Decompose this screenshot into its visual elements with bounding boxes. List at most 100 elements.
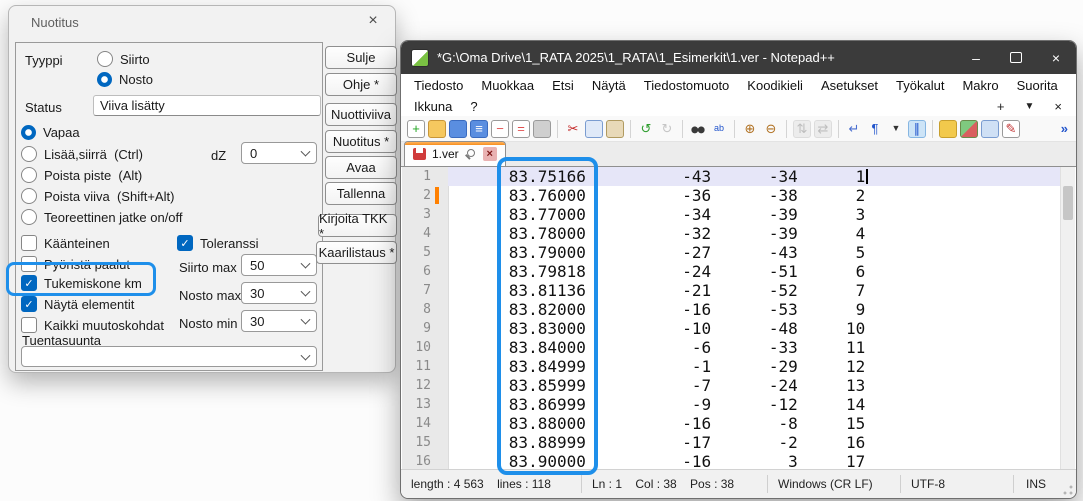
kirjoita-tkk-button[interactable]: Kirjoita TKK * xyxy=(318,214,397,237)
sync-horizontal-icon[interactable]: ⇄ xyxy=(814,120,832,138)
word-wrap-icon[interactable]: ↵ xyxy=(845,120,863,138)
indent-guide-icon[interactable]: ∥ xyxy=(908,120,926,138)
status-cursor-position: Ln : 1 Col : 38 Pos : 38 xyxy=(582,475,768,493)
checkbox-tukemiskone-km[interactable]: Tukemiskone km xyxy=(21,275,142,291)
new-file-icon[interactable]: + xyxy=(407,120,425,138)
paste-icon[interactable] xyxy=(606,120,624,138)
tallenna-button[interactable]: Tallenna xyxy=(325,182,397,205)
menu-item-ikkuna[interactable]: Ikkuna xyxy=(405,97,461,116)
dz-combobox[interactable]: 0 xyxy=(241,142,317,164)
radio-vapaa[interactable]: Vapaa xyxy=(21,125,80,140)
plugin-doc-switcher-icon[interactable] xyxy=(981,120,999,138)
sulje-button[interactable]: Sulje xyxy=(325,46,397,69)
plugin-edit-icon[interactable]: ✎ xyxy=(1002,120,1020,138)
radio-lisaa-siirra[interactable]: Lisää,siirrä (Ctrl) xyxy=(21,146,143,162)
save-all-icon[interactable]: ≡ xyxy=(470,120,488,138)
menu-item-nyt[interactable]: Näytä xyxy=(583,76,635,95)
nuotitus-button[interactable]: Nuotitus * xyxy=(325,130,397,153)
menu-item-liitnniset[interactable]: Liitännäiset xyxy=(1067,76,1077,95)
menu-item-muokkaa[interactable]: Muokkaa xyxy=(472,76,543,95)
titlebar[interactable]: *G:\Oma Drive\1_RATA 2025\1_RATA\1_Esime… xyxy=(401,41,1076,74)
checkbox-kaanteinen[interactable]: Käänteinen xyxy=(21,235,110,251)
menu-item-makro[interactable]: Makro xyxy=(953,76,1007,95)
close-all-docs-icon[interactable]: = xyxy=(512,120,530,138)
menu-item-suorita[interactable]: Suorita xyxy=(1008,76,1067,95)
editor-line-7[interactable]: 7 83.81136 -21 -52 7 xyxy=(402,281,1061,300)
line-number: 16 xyxy=(402,452,431,469)
close-doc-icon[interactable]: − xyxy=(491,120,509,138)
dropdown-arrow-icon[interactable]: ▼ xyxy=(887,120,905,138)
menu-item-tiedostomuoto[interactable]: Tiedostomuoto xyxy=(635,76,739,95)
pin-icon[interactable] xyxy=(465,148,477,160)
tab-1ver[interactable]: 1.ver × xyxy=(404,141,506,166)
siirto-max-combobox[interactable]: 50 xyxy=(241,254,317,276)
copy-icon[interactable] xyxy=(585,120,603,138)
redo-icon[interactable]: ↻ xyxy=(658,120,676,138)
radio-teoreettinen-jatke[interactable]: Teoreettinen jatke on/off xyxy=(21,209,183,225)
nosto-max-combobox[interactable]: 30 xyxy=(241,282,317,304)
editor-line-11[interactable]: 11 83.84999 -1 -29 12 xyxy=(402,357,1061,376)
radio-siirto[interactable]: Siirto xyxy=(97,51,150,67)
ohje-button[interactable]: Ohje * xyxy=(325,73,397,96)
plugin-run-icon[interactable] xyxy=(939,120,957,138)
editor-line-15[interactable]: 15 83.88999 -17 -2 16 xyxy=(402,433,1061,452)
show-all-chars-icon[interactable]: ¶ xyxy=(866,120,884,138)
cut-icon[interactable]: ✂ xyxy=(564,120,582,138)
checkbox-nayta-elementit[interactable]: Näytä elementit xyxy=(21,296,134,312)
menu-item-help[interactable]: ? xyxy=(461,97,486,116)
avaa-button[interactable]: Avaa xyxy=(325,156,397,179)
editor-line-16[interactable]: 16 83.90000 -16 3 17 xyxy=(402,452,1061,469)
find-icon[interactable] xyxy=(689,120,707,138)
menu-item-etsi[interactable]: Etsi xyxy=(543,76,583,95)
status-field[interactable]: Viiva lisätty xyxy=(93,95,321,116)
editor-line-4[interactable]: 4 83.78000 -32 -39 4 xyxy=(402,224,1061,243)
checkbox-toleranssi[interactable]: Toleranssi xyxy=(177,235,259,251)
replace-icon[interactable]: ab xyxy=(710,120,728,138)
new-tab-button[interactable]: + xyxy=(997,99,1005,114)
sync-vertical-icon[interactable]: ⇅ xyxy=(793,120,811,138)
editor-line-6[interactable]: 6 83.79818 -24 -51 6 xyxy=(402,262,1061,281)
maximize-button[interactable] xyxy=(996,41,1036,74)
zoom-in-icon[interactable]: ⊕ xyxy=(741,120,759,138)
print-icon[interactable] xyxy=(533,120,551,138)
text-editor[interactable]: 1 83.75166 -43 -34 12 83.76000 -36 -38 2… xyxy=(402,167,1075,469)
vertical-scrollbar[interactable] xyxy=(1060,167,1075,469)
editor-line-13[interactable]: 13 83.86999 -9 -12 14 xyxy=(402,395,1061,414)
editor-line-14[interactable]: 14 83.88000 -16 -8 15 xyxy=(402,414,1061,433)
checkbox-pyorista-paalut[interactable]: Pyöristä paalut xyxy=(21,256,130,272)
menu-item-asetukset[interactable]: Asetukset xyxy=(812,76,887,95)
radio-nosto[interactable]: Nosto xyxy=(97,72,153,87)
dialog-close-icon[interactable]: × xyxy=(364,12,382,30)
nosto-min-combobox[interactable]: 30 xyxy=(241,310,317,332)
open-file-icon[interactable] xyxy=(428,120,446,138)
checkbox-kaikki-muutoskohdat[interactable]: Kaikki muutoskohdat xyxy=(21,317,164,333)
editor-line-1[interactable]: 1 83.75166 -43 -34 1 xyxy=(402,167,1061,186)
editor-line-2[interactable]: 2 83.76000 -36 -38 2 xyxy=(402,186,1061,205)
radio-poista-viiva[interactable]: Poista viiva (Shift+Alt) xyxy=(21,188,174,204)
editor-line-12[interactable]: 12 83.85999 -7 -24 13 xyxy=(402,376,1061,395)
editor-line-10[interactable]: 10 83.84000 -6 -33 11 xyxy=(402,338,1061,357)
menu-item-tiedosto[interactable]: Tiedosto xyxy=(405,76,472,95)
tuentasuunta-combobox[interactable] xyxy=(21,346,317,367)
menu-item-koodikieli[interactable]: Koodikieli xyxy=(738,76,812,95)
editor-line-8[interactable]: 8 83.82000 -16 -53 9 xyxy=(402,300,1061,319)
kaarilistaus-button[interactable]: Kaarilistaus * xyxy=(316,241,397,264)
minimize-button[interactable]: – xyxy=(956,41,996,74)
nuottiviiva-button[interactable]: Nuottiviiva xyxy=(325,103,397,126)
scrollbar-thumb[interactable] xyxy=(1063,186,1073,220)
plugin-document-map-icon[interactable] xyxy=(960,120,978,138)
menu-item-tykalut[interactable]: Työkalut xyxy=(887,76,953,95)
close-button[interactable]: × xyxy=(1036,41,1076,74)
tab-close-icon[interactable]: × xyxy=(483,147,497,161)
zoom-out-icon[interactable]: ⊖ xyxy=(762,120,780,138)
radio-poista-piste[interactable]: Poista piste (Alt) xyxy=(21,167,142,183)
toolbar-overflow-icon[interactable]: » xyxy=(1061,121,1076,136)
close-doc-button[interactable]: × xyxy=(1054,99,1062,114)
doc-list-dropdown-icon[interactable]: ▼ xyxy=(1025,101,1035,112)
save-icon[interactable] xyxy=(449,120,467,138)
undo-icon[interactable]: ↺ xyxy=(637,120,655,138)
editor-line-9[interactable]: 9 83.83000 -10 -48 10 xyxy=(402,319,1061,338)
editor-line-5[interactable]: 5 83.79000 -27 -43 5 xyxy=(402,243,1061,262)
resize-grip[interactable] xyxy=(1063,485,1073,495)
editor-line-3[interactable]: 3 83.77000 -34 -39 3 xyxy=(402,205,1061,224)
